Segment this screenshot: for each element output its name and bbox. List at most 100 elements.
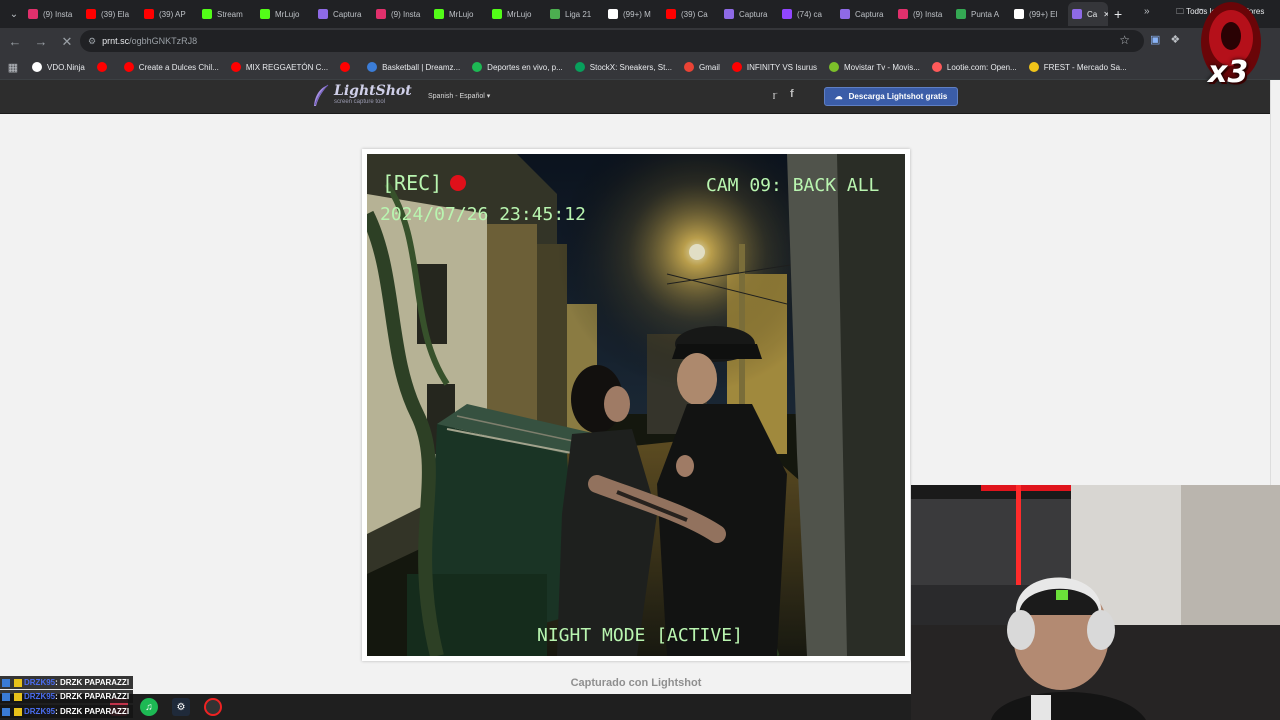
bookmark-favicon-icon — [829, 62, 840, 72]
bookmark-item[interactable]: VDO.Ninja — [26, 57, 91, 77]
stop-loading-icon[interactable]: ✕ — [56, 31, 78, 53]
bookmark-item[interactable]: FREST - Mercado Sa... — [1023, 57, 1133, 77]
tab-search-chevron-icon[interactable]: ⌄ — [4, 9, 24, 20]
lightshot-header: LightShot screen capture tool Spanish - … — [0, 80, 1270, 114]
puzzle-extensions-icon[interactable]: ❖ — [1170, 33, 1180, 46]
bookmark-item[interactable] — [91, 57, 118, 77]
tab-favicon-icon — [840, 9, 850, 19]
bookmark-favicon-icon — [731, 62, 742, 72]
language-selector[interactable]: Spanish - Español ▾ — [428, 92, 490, 100]
tab-title: (9) Insta — [391, 9, 421, 19]
bookmark-item[interactable]: MIX REGGAETÓN C... — [225, 57, 334, 77]
browser-tab[interactable]: Captura — [720, 2, 778, 26]
feather-logo-icon — [314, 84, 329, 106]
bookmark-star-icon[interactable]: ☆ — [1119, 33, 1130, 47]
site-info-icon[interactable]: ⚙ — [88, 36, 96, 47]
tab-favicon-icon — [782, 9, 792, 19]
bookmark-favicon-icon — [96, 62, 107, 72]
bookmark-favicon-icon — [1028, 62, 1039, 72]
tab-title: (39) AP — [159, 9, 186, 19]
forward-arrow-icon[interactable]: → — [30, 31, 52, 53]
captured-with-lightshot: Capturado con Lightshot — [570, 677, 702, 689]
camera-label: CAM 09: BACK ALL — [706, 175, 880, 196]
browser-tab[interactable]: (74) ca — [778, 2, 836, 26]
browser-tab[interactable]: (9) Insta — [372, 2, 430, 26]
tab-title: (99+) M — [623, 9, 651, 19]
bookmark-label: Deportes en vivo, p... — [487, 62, 563, 72]
taskbar: ♫ ⚙ — [0, 694, 911, 720]
url-path: /ogbhGNKTzRJ8 — [129, 36, 198, 46]
address-bar[interactable]: ⚙ prnt.sc/ogbhGNKTzRJ8 ☆ — [80, 30, 1144, 52]
browser-tab[interactable]: Stream — [198, 2, 256, 26]
tab-favicon-icon — [202, 9, 212, 19]
chat-badge-icon — [2, 678, 10, 687]
close-tab-icon[interactable]: ✕ — [1103, 10, 1108, 19]
tab-title: Captura — [739, 9, 768, 19]
chat-message: DRZK95: DRZK PAPARAZZI — [0, 690, 134, 703]
twitter-icon[interactable]: 𝕣 — [772, 89, 777, 102]
steam-icon[interactable]: ⚙ — [172, 698, 190, 716]
download-button[interactable]: ☁ Descarga Lightshot gratis — [824, 87, 958, 106]
streamer-webcam — [911, 485, 1280, 720]
chat-badge-icon — [14, 678, 22, 687]
browser-tab[interactable]: Captura — [836, 2, 894, 26]
browser-tab[interactable]: (39) AP — [140, 2, 198, 26]
browser-tab[interactable]: Captura — [314, 2, 372, 26]
chevron-down-icon: ▾ — [486, 93, 491, 100]
tab-title: (9) Insta — [43, 9, 73, 19]
new-tab-plus-icon[interactable]: + — [1114, 6, 1122, 22]
bookmark-item[interactable]: Movistar Tv - Movis... — [823, 57, 926, 77]
apps-grid-icon[interactable]: ▦ — [0, 61, 26, 74]
bookmark-label: VDO.Ninja — [47, 62, 85, 72]
browser-tab[interactable]: (39) Ela — [82, 2, 140, 26]
browser-tab[interactable]: MrLujo — [488, 2, 546, 26]
chat-text: : DRZK PAPARAZZI — [55, 707, 130, 716]
bookmark-item[interactable] — [334, 57, 361, 77]
browser-tab[interactable]: Punta A — [952, 2, 1010, 26]
browser-tab[interactable]: (9) Insta — [894, 2, 952, 26]
chat-message: DRZK95: DRZK PAPARAZZI — [0, 705, 134, 718]
browser-tab[interactable]: (99+) El — [1010, 2, 1068, 26]
bookmark-item[interactable]: StockX: Sneakers, St... — [569, 57, 678, 77]
cctv-alley-photo: [REC] 2024/07/26 23:45:12 CAM 09: BACK A… — [367, 154, 905, 656]
bookmark-favicon-icon — [32, 62, 42, 72]
tab-title: (39) Ela — [101, 9, 130, 19]
bookmark-item[interactable]: Basketball | Dreamz... — [361, 57, 466, 77]
facebook-icon[interactable]: f — [790, 88, 794, 100]
tab-favicon-icon — [724, 9, 734, 19]
chat-username: DRZK95 — [24, 678, 56, 687]
timestamp: 2024/07/26 23:45:12 — [380, 204, 586, 225]
tab-title: Captura — [855, 9, 884, 19]
tab-favicon-icon — [550, 9, 560, 19]
tab-favicon-icon — [86, 9, 96, 19]
bookmark-favicon-icon — [340, 62, 351, 72]
bookmark-item[interactable]: Deportes en vivo, p... — [466, 57, 569, 77]
bookmarks-more-chevron-icon[interactable]: » — [1144, 6, 1150, 17]
bookmark-item[interactable]: Gmail — [678, 57, 726, 77]
bookmark-label: Lootie.com: Open... — [946, 62, 1017, 72]
browser-tab[interactable]: (9) Insta — [24, 2, 82, 26]
tab-title: MrLujo — [449, 9, 474, 19]
recording-app-icon[interactable] — [204, 698, 222, 716]
tab-favicon-icon — [1072, 9, 1082, 19]
tab-favicon-icon — [492, 9, 502, 19]
back-arrow-icon[interactable]: ← — [4, 31, 26, 53]
browser-tab[interactable]: (39) Ca — [662, 2, 720, 26]
bookmark-favicon-icon — [123, 62, 134, 72]
browser-tab[interactable]: MrLujo — [256, 2, 314, 26]
chat-badge-icon — [14, 692, 22, 701]
screenshot-image[interactable]: [REC] 2024/07/26 23:45:12 CAM 09: BACK A… — [367, 154, 905, 656]
bookmark-favicon-icon — [684, 62, 695, 72]
lightshot-logo[interactable]: LightShot screen capture tool — [312, 84, 412, 108]
browser-tab[interactable]: (99+) M — [604, 2, 662, 26]
screen: ⌄ (9) Insta (39) Ela (39) AP Stream MrLujo Ca… — [0, 0, 1280, 720]
browser-tab[interactable]: Liga 21 — [546, 2, 604, 26]
bookmark-item[interactable]: Create a Dulces Chil... — [118, 57, 225, 77]
bookmark-item[interactable]: INFINITY VS Isurus — [726, 57, 823, 77]
browser-tab[interactable]: Ca ✕ — [1068, 2, 1108, 26]
rec-dot-icon — [450, 175, 466, 191]
bookmark-item[interactable]: Lootie.com: Open... — [926, 57, 1023, 77]
spotify-icon[interactable]: ♫ — [140, 698, 158, 716]
extension-icon[interactable]: ▣ — [1150, 33, 1160, 46]
browser-tab[interactable]: MrLujo — [430, 2, 488, 26]
